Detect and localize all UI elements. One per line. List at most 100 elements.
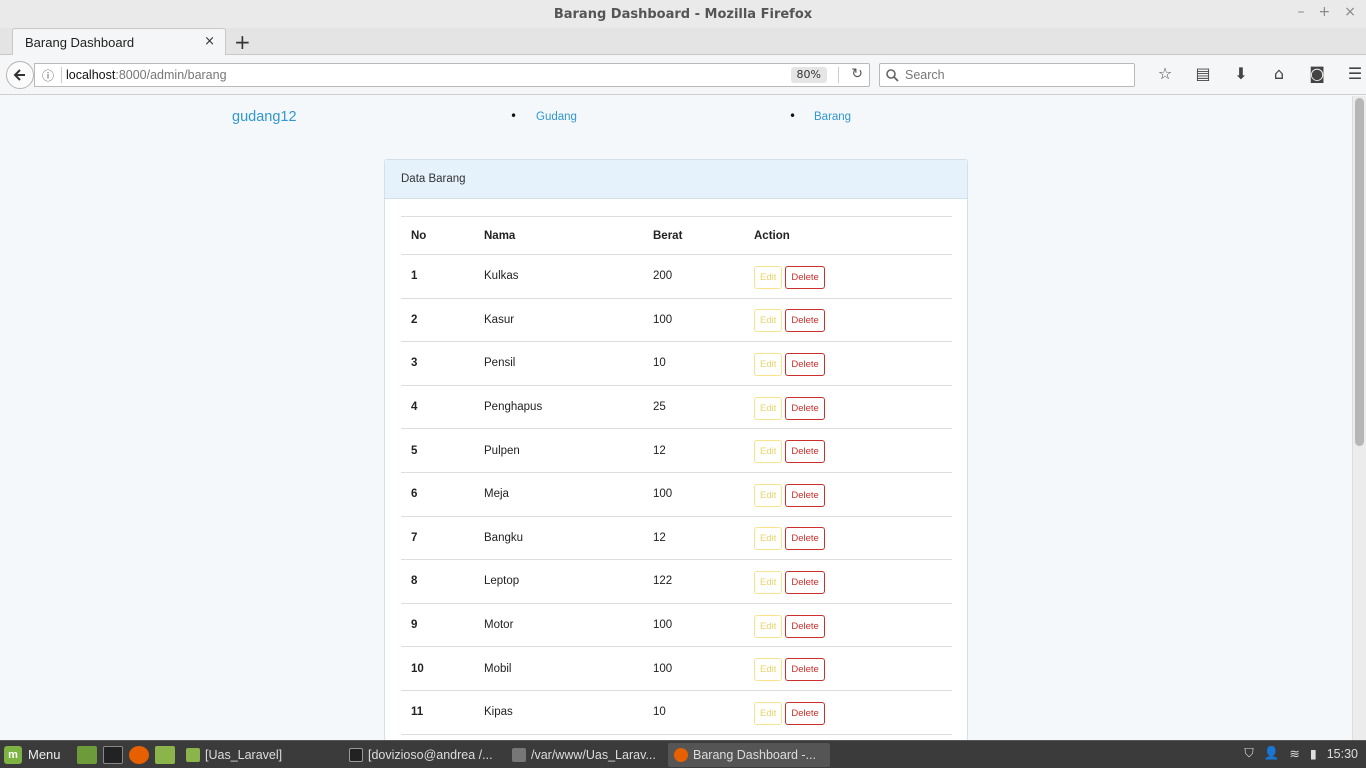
firefox-icon — [674, 748, 688, 762]
table-row: 6 Meja 100 Edit Delete — [401, 472, 952, 517]
page-scrollbar[interactable] — [1352, 96, 1366, 740]
text-editor-icon — [512, 748, 526, 762]
edit-button[interactable]: Edit — [754, 352, 783, 376]
shield-icon[interactable]: ⛉ — [1244, 746, 1253, 761]
edit-button[interactable]: Edit — [754, 701, 783, 725]
delete-button[interactable]: Delete — [785, 396, 825, 420]
cell-action: Edit Delete — [744, 472, 952, 517]
edit-button[interactable]: Edit — [754, 309, 783, 333]
home-icon[interactable]: ⌂ — [1260, 64, 1298, 83]
menu-label: Menu — [28, 747, 61, 762]
panel-title: Data Barang — [385, 160, 967, 199]
window-title: Barang Dashboard - Mozilla Firefox — [553, 6, 813, 22]
tab-barang-dashboard[interactable]: Barang Dashboard × — [12, 28, 226, 55]
delete-button[interactable]: Delete — [785, 352, 825, 376]
back-button[interactable] — [6, 61, 34, 89]
tab-close-icon[interactable]: × — [204, 34, 215, 49]
reload-icon[interactable]: ↻ — [851, 66, 863, 82]
delete-button[interactable]: Delete — [785, 265, 825, 289]
zoom-indicator[interactable]: 80% — [790, 67, 827, 83]
table-row: 4 Penghapus 25 Edit Delete — [401, 385, 952, 430]
cell-action: Edit Delete — [744, 341, 952, 386]
taskbar-item-firefox[interactable]: Barang Dashboard -... — [668, 743, 830, 767]
task-label: [Uas_Laravel] — [205, 748, 283, 762]
cell-nama: Kulkas — [474, 254, 643, 299]
url-bar[interactable]: ⓘ localhost:8000/admin/barang 80% ↻ — [34, 63, 870, 87]
edit-button[interactable]: Edit — [754, 265, 783, 289]
mint-logo-icon: m — [4, 745, 22, 764]
cell-nama: Leptop — [474, 559, 643, 604]
cell-action: Edit Delete — [744, 603, 952, 648]
firefox-icon[interactable] — [128, 745, 149, 764]
barang-table: No Nama Berat Action 1 Kulkas 200 Edit Delet… — [401, 216, 952, 735]
table-row: 5 Pulpen 12 Edit Delete — [401, 428, 952, 473]
table-row: 1 Kulkas 200 Edit Delete — [401, 254, 952, 299]
cell-berat: 200 — [643, 254, 744, 299]
maximize-button[interactable]: + — [1319, 4, 1331, 20]
close-window-button[interactable]: × — [1344, 4, 1356, 20]
back-arrow-icon — [13, 69, 25, 81]
cell-no: 4 — [401, 385, 474, 430]
nav-link-gudang[interactable]: Gudang — [536, 111, 577, 123]
minimize-button[interactable]: – — [1298, 4, 1305, 20]
taskbar-item-terminal[interactable]: [dovizioso@andrea /... — [343, 743, 501, 767]
pocket-icon[interactable]: ◙ — [1298, 64, 1336, 83]
cell-berat: 100 — [643, 298, 744, 343]
nav-link-barang[interactable]: Barang — [814, 111, 851, 123]
cell-action: Edit Delete — [744, 298, 952, 343]
reading-list-icon[interactable]: ▤ — [1184, 64, 1222, 83]
start-menu-button[interactable]: m Menu — [4, 745, 61, 764]
task-label: Barang Dashboard -... — [693, 748, 816, 762]
window-titlebar: Barang Dashboard - Mozilla Firefox – + × — [0, 0, 1366, 28]
edit-button[interactable]: Edit — [754, 396, 783, 420]
toolbar-icons: ☆ ▤ ⬇ ⌂ ◙ ☰ — [1146, 64, 1366, 83]
terminal-icon[interactable] — [102, 745, 123, 764]
edit-button[interactable]: Edit — [754, 570, 783, 594]
delete-button[interactable]: Delete — [785, 309, 825, 333]
cell-berat: 10 — [643, 341, 744, 386]
delete-button[interactable]: Delete — [785, 701, 825, 725]
header-nama: Nama — [474, 216, 643, 255]
table-header-row: No Nama Berat Action — [401, 216, 952, 255]
bookmark-star-icon[interactable]: ☆ — [1146, 64, 1184, 83]
cell-nama: Motor — [474, 603, 643, 648]
delete-button[interactable]: Delete — [785, 570, 825, 594]
brand-link[interactable]: gudang12 — [232, 109, 297, 125]
cell-berat: 100 — [643, 472, 744, 517]
nav-bullet: • — [510, 109, 518, 123]
delete-button[interactable]: Delete — [785, 483, 825, 507]
new-tab-button[interactable]: + — [234, 30, 251, 54]
delete-button[interactable]: Delete — [785, 440, 825, 464]
show-desktop-icon[interactable] — [76, 745, 97, 764]
table-row: 2 Kasur 100 Edit Delete — [401, 298, 952, 343]
battery-icon[interactable]: ▮ — [1310, 746, 1317, 761]
cell-berat: 10 — [643, 690, 744, 735]
delete-button[interactable]: Delete — [785, 658, 825, 682]
header-action: Action — [744, 216, 952, 255]
wifi-icon[interactable]: ≋ — [1289, 746, 1299, 761]
search-bar[interactable] — [879, 63, 1135, 87]
search-input[interactable] — [905, 68, 1125, 82]
clock[interactable]: 15:30 — [1327, 747, 1358, 761]
delete-button[interactable]: Delete — [785, 527, 825, 551]
header-no: No — [401, 216, 474, 255]
cell-action: Edit Delete — [744, 559, 952, 604]
scrollbar-thumb[interactable] — [1355, 98, 1364, 446]
delete-button[interactable]: Delete — [785, 614, 825, 638]
hamburger-menu-icon[interactable]: ☰ — [1336, 64, 1366, 83]
task-label: /var/www/Uas_Larav... — [531, 748, 656, 762]
tab-strip: Barang Dashboard × + — [0, 28, 1366, 55]
edit-button[interactable]: Edit — [754, 440, 783, 464]
taskbar-item-editor[interactable]: /var/www/Uas_Larav... — [506, 743, 664, 767]
edit-button[interactable]: Edit — [754, 658, 783, 682]
cell-no: 8 — [401, 559, 474, 604]
cell-no: 10 — [401, 646, 474, 691]
edit-button[interactable]: Edit — [754, 614, 783, 638]
edit-button[interactable]: Edit — [754, 527, 783, 551]
download-icon[interactable]: ⬇ — [1222, 64, 1260, 83]
user-icon[interactable]: 👤 — [1264, 746, 1280, 761]
taskbar-item-uas-laravel[interactable]: [Uas_Laravel] — [180, 743, 338, 767]
files-icon[interactable] — [154, 745, 175, 764]
edit-button[interactable]: Edit — [754, 483, 783, 507]
site-info-icon[interactable]: ⓘ — [35, 67, 61, 84]
